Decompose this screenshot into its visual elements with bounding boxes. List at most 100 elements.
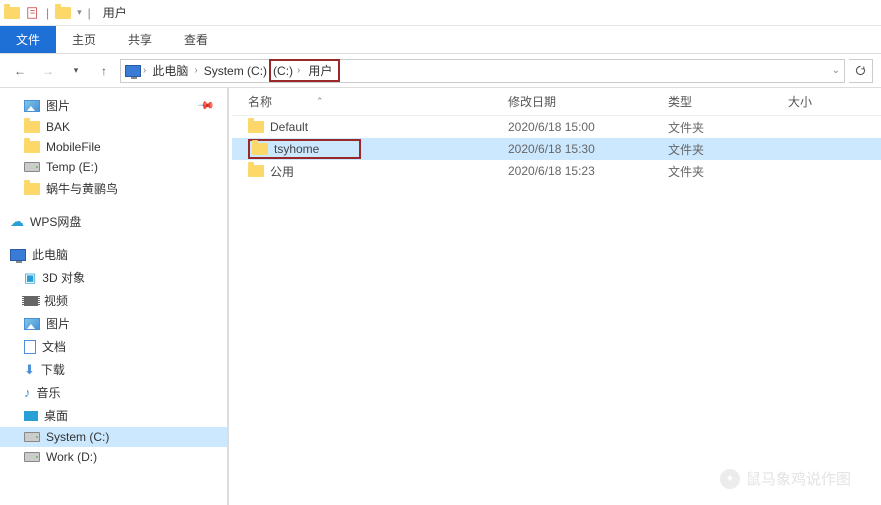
drive-icon: [24, 452, 40, 462]
qat-folder-icon[interactable]: [55, 7, 71, 19]
tree-item-quick[interactable]: Temp (E:): [0, 157, 227, 177]
file-name: Default: [270, 120, 308, 134]
nav-back-button[interactable]: ←: [8, 59, 32, 83]
explorer-body: 图片📌BAKMobileFileTemp (E:)蜗牛与黄鹂鸟 ☁ WPS网盘 …: [0, 88, 881, 505]
tree-item-pc-child[interactable]: ⬇ 下载: [0, 358, 227, 381]
pc-icon: [125, 65, 141, 77]
breadcrumb-item[interactable]: System (C:): [200, 64, 267, 78]
qat-properties-icon[interactable]: [26, 6, 40, 20]
file-row[interactable]: 公用2020/6/18 15:23文件夹: [232, 160, 881, 182]
wechat-icon: ✦: [720, 469, 740, 489]
tree-label: BAK: [46, 120, 70, 134]
tree-label: WPS网盘: [30, 213, 81, 230]
tree-label: 蜗牛与黄鹂鸟: [46, 180, 118, 197]
tree-item-pc-child[interactable]: System (C:): [0, 427, 227, 447]
tab-view[interactable]: 查看: [168, 26, 224, 53]
breadcrumb-item[interactable]: 用户: [304, 62, 336, 79]
tree-item-quick[interactable]: 图片📌: [0, 94, 227, 117]
pictures-icon: [24, 100, 40, 112]
content-pane: 名称 ⌃ 修改日期 类型 大小 Default2020/6/18 15:00文件…: [232, 88, 881, 505]
tree-label: 图片: [46, 315, 70, 332]
chevron-right-icon[interactable]: ›: [297, 65, 300, 76]
qat-dropdown-icon[interactable]: ▾: [77, 7, 82, 18]
chevron-right-icon[interactable]: ›: [194, 65, 197, 76]
titlebar: | ▾ | 用户: [0, 0, 881, 26]
tree-item-pc-child[interactable]: 文档: [0, 335, 227, 358]
address-dropdown-icon[interactable]: ⌄: [832, 65, 840, 76]
tree-label: Temp (E:): [46, 160, 98, 174]
watermark-text: 鼠马象鸡说作图: [746, 468, 851, 489]
tree-item-quick[interactable]: BAK: [0, 117, 227, 137]
folder-icon: [24, 121, 40, 133]
navigation-pane[interactable]: 图片📌BAKMobileFileTemp (E:)蜗牛与黄鹂鸟 ☁ WPS网盘 …: [0, 88, 228, 505]
tree-label: 桌面: [44, 407, 68, 424]
breadcrumb-label: System (C:): [204, 64, 267, 78]
column-size[interactable]: 大小: [782, 93, 862, 110]
ribbon: 文件 主页 共享 查看: [0, 26, 881, 54]
tree-item-wps[interactable]: ☁ WPS网盘: [0, 210, 227, 233]
tree-label: 文档: [42, 338, 66, 355]
tab-home[interactable]: 主页: [56, 26, 112, 53]
column-name[interactable]: 名称 ⌃: [242, 93, 502, 110]
nav-recent-dropdown[interactable]: ▾: [64, 59, 88, 83]
file-list[interactable]: Default2020/6/18 15:00文件夹tsyhome2020/6/1…: [232, 116, 881, 505]
tree-label: 3D 对象: [42, 269, 85, 286]
file-date: 2020/6/18 15:23: [502, 164, 662, 178]
nav-up-button[interactable]: ↑: [92, 59, 116, 83]
drive-icon: [24, 432, 40, 442]
tree-item-quick[interactable]: 蜗牛与黄鹂鸟: [0, 177, 227, 200]
refresh-button[interactable]: [849, 59, 873, 83]
folder-icon: [248, 121, 264, 133]
nav-forward-button[interactable]: →: [36, 59, 60, 83]
tree-item-this-pc[interactable]: 此电脑: [0, 243, 227, 266]
tree-item-pc-child[interactable]: 图片: [0, 312, 227, 335]
pc-icon: [10, 249, 26, 261]
file-name: tsyhome: [274, 142, 319, 156]
highlight-box: (C:) › 用户: [269, 59, 340, 82]
highlight-box: tsyhome: [248, 139, 361, 159]
drive-icon: [24, 162, 40, 172]
column-label: 名称: [248, 93, 272, 110]
breadcrumb-item[interactable]: (C:): [273, 64, 293, 78]
breadcrumb-item[interactable]: 此电脑: [148, 62, 192, 79]
tree-label: 下载: [41, 361, 65, 378]
document-icon: [24, 340, 36, 354]
tree-item-pc-child[interactable]: 桌面: [0, 404, 227, 427]
column-type[interactable]: 类型: [662, 93, 782, 110]
tree-label: 图片: [46, 97, 70, 114]
tree-item-pc-child[interactable]: ♪ 音乐: [0, 381, 227, 404]
3d-objects-icon: ▣: [24, 270, 36, 286]
file-row[interactable]: Default2020/6/18 15:00文件夹: [232, 116, 881, 138]
tree-label: 音乐: [37, 384, 61, 401]
cloud-icon: ☁: [10, 213, 24, 230]
file-type: 文件夹: [662, 141, 782, 158]
qat-separator: |: [46, 6, 49, 20]
column-date[interactable]: 修改日期: [502, 93, 662, 110]
breadcrumb-label: 用户: [308, 62, 332, 79]
tree-label: System (C:): [46, 430, 109, 444]
download-icon: ⬇: [24, 362, 35, 378]
music-icon: ♪: [24, 385, 31, 400]
watermark: ✦ 鼠马象鸡说作图: [720, 468, 851, 489]
pictures-icon: [24, 318, 40, 330]
breadcrumb-label: 此电脑: [152, 62, 188, 79]
tree-item-pc-child[interactable]: Work (D:): [0, 447, 227, 467]
file-row[interactable]: tsyhome2020/6/18 15:30文件夹: [232, 138, 881, 160]
tree-label: Work (D:): [46, 450, 97, 464]
tree-item-quick[interactable]: MobileFile: [0, 137, 227, 157]
tree-item-pc-child[interactable]: ▣ 3D 对象: [0, 266, 227, 289]
folder-icon: [24, 141, 40, 153]
tab-share[interactable]: 共享: [112, 26, 168, 53]
address-bar[interactable]: › 此电脑 › System (C:) (C:) › 用户 ⌄: [120, 59, 845, 83]
desktop-icon: [24, 411, 38, 421]
tree-label: 视频: [44, 292, 68, 309]
tree-item-pc-child[interactable]: 视频: [0, 289, 227, 312]
tree-label: MobileFile: [46, 140, 101, 154]
folder-icon: [4, 7, 20, 19]
video-icon: [24, 296, 38, 306]
folder-icon: [252, 143, 268, 155]
file-type: 文件夹: [662, 163, 782, 180]
chevron-right-icon[interactable]: ›: [143, 65, 146, 76]
tab-file[interactable]: 文件: [0, 26, 56, 53]
sort-arrow-icon: ⌃: [316, 96, 324, 107]
